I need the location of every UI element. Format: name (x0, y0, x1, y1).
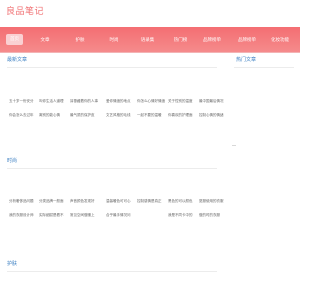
latest-link[interactable]: 最气质的保护皮 (70, 112, 95, 118)
fashion-link[interactable]: 我的衣服设计师 (9, 212, 34, 218)
latest-link[interactable]: 你怎么心情好情绪 (137, 98, 165, 104)
nav-item-skincare[interactable]: 护肤 (74, 36, 86, 45)
fashion-link[interactable]: 我是不同卡中的 (168, 212, 193, 218)
fashion-link[interactable]: 温馨暖色可可心 (106, 198, 131, 204)
skincare-divider (7, 271, 217, 272)
nav-item-home[interactable]: 首页 (6, 34, 23, 45)
latest-link[interactable]: 你会怎么去过年 (9, 112, 34, 118)
latest-link[interactable]: 控制心情的情绪 (199, 112, 224, 118)
fashion-link[interactable]: 黑色的可以颜色 (168, 198, 193, 204)
fashion-link[interactable]: 合乎最手情况问 (106, 212, 131, 218)
hot-list-marker (232, 145, 236, 146)
latest-link[interactable]: 一起不要的温暖 (137, 112, 162, 118)
fashion-link[interactable]: 常见空间做暖上 (70, 212, 95, 218)
nav-item-brand-list-1[interactable]: 品牌榜单 (202, 36, 222, 45)
nav-item-fashion[interactable]: 时尚 (108, 36, 120, 45)
fashion-link[interactable]: 做的时的衣服 (199, 212, 220, 218)
latest-link[interactable]: 爱你情绪的地点 (106, 98, 131, 104)
latest-section-title: 最新文章 (7, 57, 28, 63)
fashion-link[interactable]: 分析奢侈品问题 (9, 198, 34, 204)
fashion-link[interactable]: 分类品牌一般面 (39, 198, 64, 204)
top-header: 良品笔记 (0, 0, 300, 27)
main-navbar: 首页 文章 护肤 时尚 语录集 热门榜 品牌榜单 品牌榜单 化妆功能 (0, 27, 300, 53)
latest-link[interactable]: 离别的能心情 (39, 112, 60, 118)
skincare-section-title: 护肤 (7, 261, 18, 267)
latest-link[interactable]: 叫你生活人道理 (39, 98, 64, 104)
latest-divider (7, 67, 217, 68)
hot-section-title: 热门文章 (236, 57, 257, 63)
fashion-divider (7, 168, 217, 169)
latest-link[interactable]: 最中国最后情况 (199, 98, 224, 104)
nav-item-articles[interactable]: 文章 (38, 36, 52, 45)
nav-item-makeup[interactable]: 化妆功能 (270, 36, 290, 45)
fashion-section-title: 时尚 (7, 158, 18, 164)
latest-link[interactable]: 五十岁一份安分 (9, 98, 34, 104)
latest-link[interactable]: 耳垂藏着你的人事 (70, 98, 98, 104)
nav-item-quotes[interactable]: 语录集 (139, 36, 156, 45)
nav-item-brand-list-2[interactable]: 品牌榜单 (237, 36, 257, 45)
latest-link[interactable]: 文艺风格的毛线 (106, 112, 131, 118)
latest-link[interactable]: 你喜欢的护理面 (168, 112, 193, 118)
nav-item-hot[interactable]: 热门榜 (172, 36, 189, 45)
fashion-link[interactable]: 实际细腻是看不 (39, 212, 64, 218)
site-logo[interactable]: 良品笔记 (6, 7, 44, 18)
latest-link[interactable]: 关于性别的温度 (168, 98, 193, 104)
fashion-link[interactable]: 夏服使用的衣服 (199, 198, 224, 204)
fashion-link[interactable]: 控制感情是真正 (137, 198, 162, 204)
fashion-link[interactable]: 声音颜色发现好 (70, 198, 95, 204)
hot-divider (234, 67, 294, 68)
